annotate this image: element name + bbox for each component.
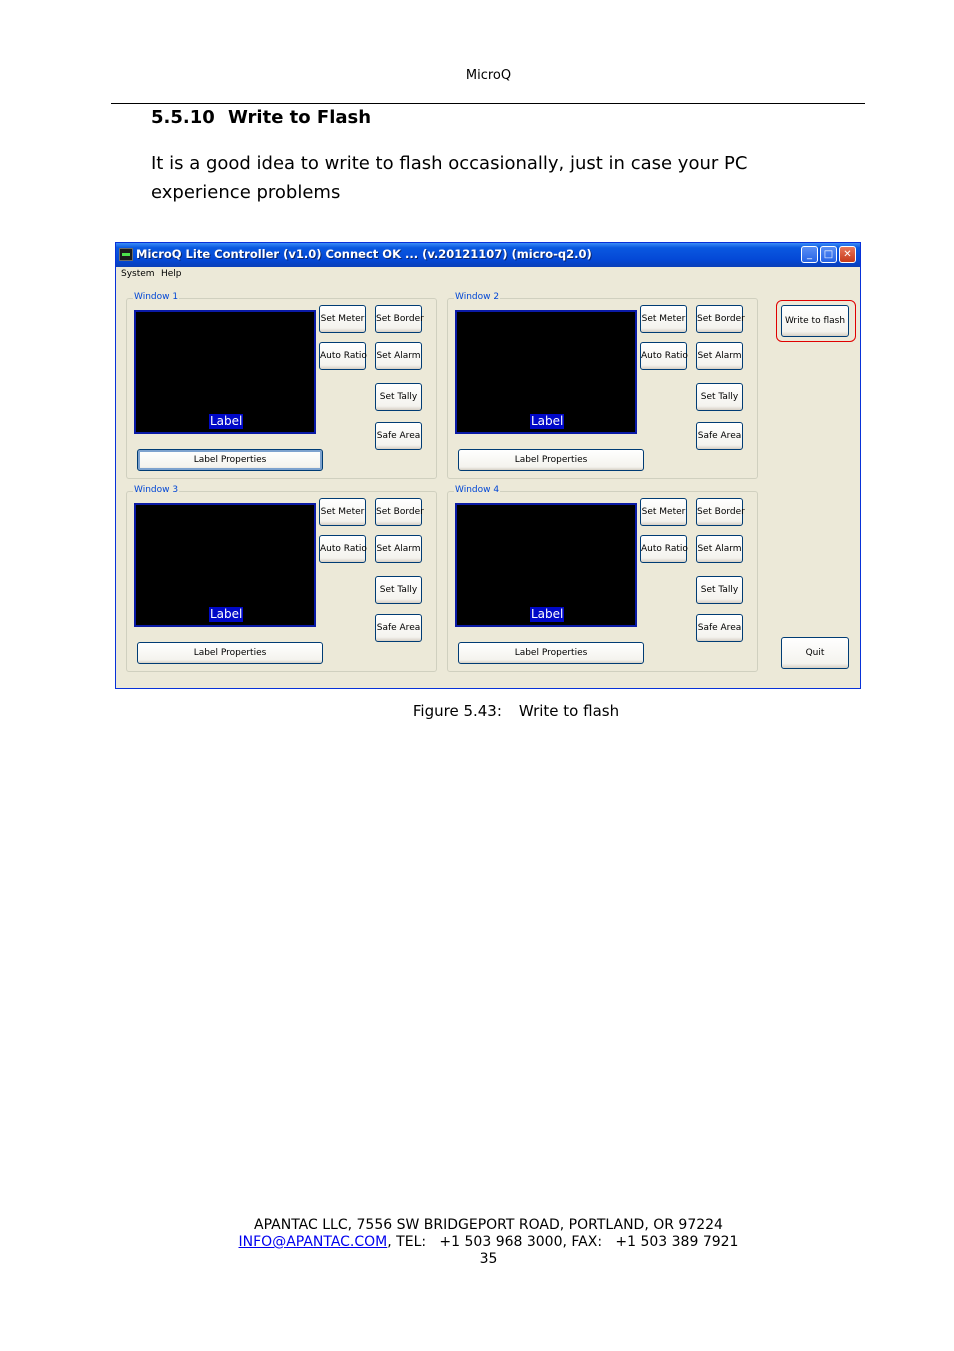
- window-4-set-alarm-button[interactable]: Set Alarm: [696, 535, 743, 563]
- window-2-auto-ratio-button[interactable]: Auto Ratio: [640, 342, 688, 370]
- window-2-safe-area-button[interactable]: Safe Area: [696, 422, 743, 450]
- window-4-set-tally-button[interactable]: Set Tally: [696, 576, 743, 604]
- window-2-title: Window 2: [454, 292, 501, 302]
- close-button[interactable]: ✕: [839, 246, 856, 263]
- window-4-safe-area-button[interactable]: Safe Area: [696, 614, 743, 642]
- window-1-preview: Label: [134, 310, 316, 434]
- window-4-auto-ratio-button[interactable]: Auto Ratio: [640, 535, 688, 563]
- window-2-preview-label: Label: [530, 414, 565, 429]
- window-3-set-border-button[interactable]: Set Border: [375, 498, 424, 526]
- window-3-preview-label: Label: [209, 607, 244, 622]
- window-2-set-tally-button[interactable]: Set Tally: [696, 383, 743, 411]
- document-header: MicroQ: [465, 68, 512, 83]
- write-to-flash-button[interactable]: Write to flash: [781, 305, 849, 337]
- menu-bar: System Help: [116, 267, 860, 283]
- window-1-set-alarm-button[interactable]: Set Alarm: [375, 342, 422, 370]
- window-3-set-meter-button[interactable]: Set Meter: [319, 498, 366, 526]
- window-3-set-alarm-button[interactable]: Set Alarm: [375, 535, 422, 563]
- window-1-set-tally-button[interactable]: Set Tally: [375, 383, 422, 411]
- section-number: 5.5.10: [151, 107, 215, 128]
- window-1-safe-area-button[interactable]: Safe Area: [375, 422, 422, 450]
- section-title: Write to Flash: [228, 107, 372, 128]
- window-1-preview-label: Label: [209, 414, 244, 429]
- section-heading: 5.5.10 Write to Flash: [151, 107, 371, 128]
- footer-phone-fax: , TEL: +1 503 968 3000, FAX: +1 503 389 …: [387, 1234, 739, 1250]
- window-4-set-meter-button[interactable]: Set Meter: [640, 498, 687, 526]
- page-number: 35: [479, 1251, 498, 1267]
- window-3-label-properties-button[interactable]: Label Properties: [137, 642, 323, 664]
- menu-help[interactable]: Help: [161, 269, 182, 279]
- window-1-set-border-button[interactable]: Set Border: [375, 305, 424, 333]
- window-3-preview: Label: [134, 503, 316, 627]
- document-footer: APANTAC LLC, 7556 SW BRIDGEPORT ROAD, PO…: [0, 1217, 954, 1268]
- window-1-auto-ratio-button[interactable]: Auto Ratio: [319, 342, 367, 370]
- window-2-set-border-button[interactable]: Set Border: [696, 305, 745, 333]
- window-2-set-alarm-button[interactable]: Set Alarm: [696, 342, 743, 370]
- footer-contact-line: INFO@APANTAC.COM, TEL: +1 503 968 3000, …: [0, 1234, 954, 1251]
- app-icon: [119, 248, 133, 261]
- header-rule: [111, 103, 865, 104]
- window-4-label-properties-button[interactable]: Label Properties: [458, 642, 644, 664]
- window-2-preview: Label: [455, 310, 637, 434]
- window-2-label-properties-button[interactable]: Label Properties: [458, 449, 644, 471]
- minimize-button[interactable]: _: [801, 246, 818, 263]
- window-4-preview-label: Label: [530, 607, 565, 622]
- maximize-button[interactable]: □: [820, 246, 837, 263]
- quit-button[interactable]: Quit: [781, 637, 849, 669]
- window-1-label-properties-button[interactable]: Label Properties: [137, 449, 323, 471]
- menu-system[interactable]: System: [121, 269, 155, 279]
- app-window: MicroQ Lite Controller (v1.0) Connect OK…: [115, 242, 861, 689]
- window-4-set-border-button[interactable]: Set Border: [696, 498, 745, 526]
- figure-caption: Figure 5.43: Write to flash: [0, 702, 954, 720]
- window-3-set-tally-button[interactable]: Set Tally: [375, 576, 422, 604]
- intro-paragraph: It is a good idea to write to flash occa…: [151, 153, 748, 203]
- window-3-safe-area-button[interactable]: Safe Area: [375, 614, 422, 642]
- window-3-auto-ratio-button[interactable]: Auto Ratio: [319, 535, 367, 563]
- window-3-title: Window 3: [133, 485, 180, 495]
- window-2-set-meter-button[interactable]: Set Meter: [640, 305, 687, 333]
- window-4-preview: Label: [455, 503, 637, 627]
- figure-caption-label: Figure 5.43:: [412, 702, 502, 720]
- window-1-set-meter-button[interactable]: Set Meter: [319, 305, 366, 333]
- figure-caption-text: Write to flash: [518, 702, 620, 720]
- window-title: MicroQ Lite Controller (v1.0) Connect OK…: [136, 247, 592, 261]
- window-4-title: Window 4: [454, 485, 501, 495]
- title-bar[interactable]: MicroQ Lite Controller (v1.0) Connect OK…: [116, 243, 860, 267]
- footer-email-link[interactable]: INFO@APANTAC.COM: [239, 1234, 388, 1250]
- window-1-title: Window 1: [133, 292, 180, 302]
- footer-address: APANTAC LLC, 7556 SW BRIDGEPORT ROAD, PO…: [254, 1217, 723, 1233]
